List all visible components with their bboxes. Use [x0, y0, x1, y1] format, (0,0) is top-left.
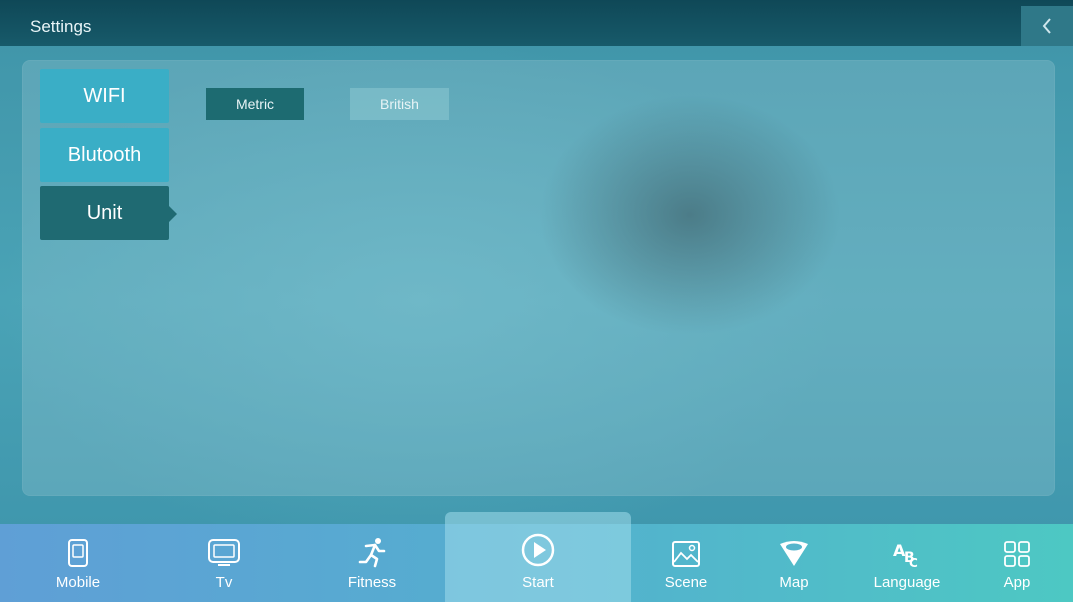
nav-item-scene[interactable]: Scene — [656, 524, 716, 602]
metric-option-label: Metric — [235, 96, 275, 112]
page-title: Settings — [30, 17, 92, 36]
content-panel — [22, 60, 1055, 496]
tv-icon — [208, 539, 240, 566]
chevron-left-icon — [1042, 18, 1051, 34]
nav-label: Fitness — [347, 574, 397, 591]
menu-item-label: Blutooth — [67, 143, 142, 166]
runner-icon — [358, 538, 386, 568]
app-grid-icon — [1004, 541, 1030, 567]
menu-item-bluetooth[interactable]: Blutooth — [40, 128, 169, 182]
metric-option-button[interactable]: Metric — [206, 88, 304, 120]
svg-text:C: C — [909, 556, 918, 568]
menu-item-unit[interactable]: Unit — [40, 186, 177, 240]
nav-item-map[interactable]: Map — [766, 524, 822, 602]
selection-pointer — [169, 206, 177, 222]
nav-label: Start — [522, 574, 554, 591]
nav-label: Scene — [664, 574, 708, 591]
back-button[interactable] — [1021, 6, 1073, 46]
nav-item-mobile[interactable]: Mobile — [46, 524, 110, 602]
menu-item-label: WIFI — [83, 84, 126, 107]
nav-item-app[interactable]: App — [992, 524, 1042, 602]
nav-label: Map — [779, 574, 809, 591]
nav-item-fitness[interactable]: Fitness — [340, 524, 404, 602]
title-bar: Settings — [0, 0, 1073, 46]
nav-label: App — [1003, 574, 1031, 591]
map-pin-icon — [780, 541, 808, 566]
mobile-icon — [68, 539, 88, 567]
nav-item-language[interactable]: A B C Language — [862, 524, 952, 602]
play-icon — [521, 533, 555, 567]
british-option-button[interactable]: British — [350, 88, 449, 120]
nav-label: Mobile — [55, 574, 101, 591]
menu-item-label: Unit — [86, 201, 123, 224]
language-icon: A B C — [893, 541, 918, 568]
nav-item-start[interactable]: Start — [508, 524, 568, 602]
menu-item-wifi[interactable]: WIFI — [40, 69, 169, 123]
british-option-label: British — [380, 96, 419, 112]
nav-label: Tv — [215, 574, 233, 591]
nav-label: Language — [873, 574, 941, 591]
nav-item-tv[interactable]: Tv — [196, 524, 252, 602]
image-icon — [672, 541, 700, 567]
